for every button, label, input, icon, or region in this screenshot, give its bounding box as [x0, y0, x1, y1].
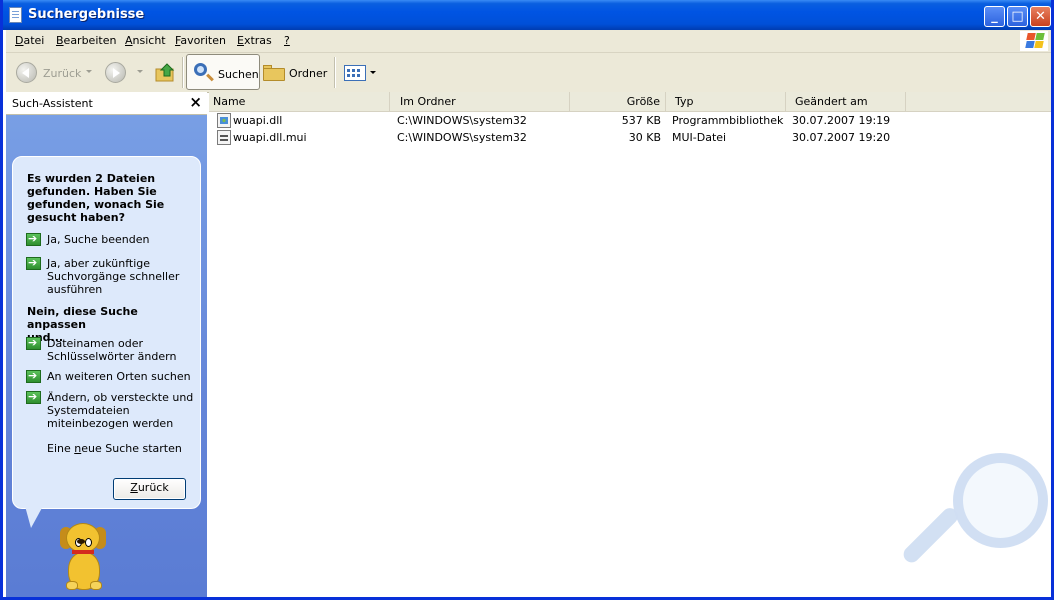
- search-button-label: Suchen: [218, 68, 259, 81]
- file-size: 537 KB: [621, 114, 661, 127]
- option-search-other-locations[interactable]: An weiteren Orten suchen: [47, 370, 191, 383]
- file-folder: C:\WINDOWS\system32: [397, 114, 527, 127]
- speech-bubble-tail: [25, 506, 43, 528]
- folder-up-icon[interactable]: [155, 62, 177, 82]
- arrow-right-icon: [26, 369, 41, 383]
- close-button[interactable]: ✕: [1030, 6, 1051, 27]
- file-row[interactable]: wuapi.dll.mui C:\WINDOWS\system32 30 KB …: [209, 129, 1051, 146]
- minimize-button[interactable]: _: [984, 6, 1005, 27]
- file-name: wuapi.dll: [233, 114, 283, 127]
- file-row[interactable]: wuapi.dll C:\WINDOWS\system32 537 KB Pro…: [209, 112, 1051, 129]
- file-modified: 30.07.2007 19:20: [792, 131, 891, 144]
- close-icon: ✕: [1035, 9, 1046, 24]
- folders-icon[interactable]: [263, 65, 285, 81]
- windows-logo-icon: [1020, 31, 1048, 51]
- search-results-icon: [9, 7, 22, 23]
- back-history-chevron-icon[interactable]: [86, 70, 92, 73]
- menu-datei[interactable]: Datei: [15, 34, 44, 47]
- arrow-right-icon: [26, 256, 41, 270]
- column-header-name[interactable]: Name: [209, 92, 390, 111]
- column-header-size[interactable]: Größe: [570, 92, 666, 111]
- search-icon: [194, 63, 207, 76]
- folders-button-label[interactable]: Ordner: [289, 67, 327, 80]
- arrow-right-icon: [26, 232, 41, 246]
- pane-header: Such-Assistent ×: [6, 92, 207, 115]
- column-header-bar: Name Im Ordner Größe Typ Geändert am: [209, 92, 1051, 112]
- menu-ansicht[interactable]: Ansicht: [125, 34, 166, 47]
- file-folder: C:\WINDOWS\system32: [397, 131, 527, 144]
- title-bar[interactable]: Suchergebnisse _ □ ✕: [3, 0, 1051, 30]
- file-type: MUI-Datei: [672, 131, 727, 144]
- search-dog-avatar[interactable]: [56, 517, 116, 592]
- dll-file-icon: [217, 113, 231, 128]
- pane-close-icon[interactable]: ×: [189, 93, 202, 111]
- maximize-icon: □: [1011, 9, 1024, 24]
- menu-extras[interactable]: Extras: [237, 34, 272, 47]
- new-search-link[interactable]: Eine neue Suche starten: [47, 442, 182, 455]
- column-header-modified[interactable]: Geändert am: [786, 92, 906, 111]
- minimize-icon: _: [991, 9, 998, 24]
- arrow-right-icon: [26, 390, 41, 404]
- file-type: Programmbibliothek: [672, 114, 784, 127]
- file-size: 30 KB: [628, 131, 661, 144]
- column-header-folder[interactable]: Im Ordner: [390, 92, 570, 111]
- menu-favoriten[interactable]: Favoriten: [175, 34, 226, 47]
- menu-bearbeiten[interactable]: Bearbeiten: [56, 34, 116, 47]
- back-button[interactable]: Zurück: [113, 478, 186, 500]
- menu-help[interactable]: ?: [284, 34, 290, 47]
- maximize-button[interactable]: □: [1007, 6, 1028, 27]
- option-hidden-system-files[interactable]: Ändern, ob versteckte und Systemdateien …: [47, 391, 193, 430]
- result-question: Es wurden 2 Dateien gefunden. Haben Sie …: [27, 172, 165, 224]
- file-name: wuapi.dll.mui: [233, 131, 307, 144]
- explorer-window: Suchergebnisse _ □ ✕ Datei Bearbeiten An…: [0, 0, 1054, 600]
- option-change-filename[interactable]: Dateinamen oder Schlüsselwörter ändern: [47, 337, 176, 363]
- option-faster-future-search[interactable]: Ja, aber zukünftige Suchvorgänge schnell…: [47, 257, 179, 296]
- search-button[interactable]: Suchen: [186, 54, 260, 90]
- file-modified: 30.07.2007 19:19: [792, 114, 891, 127]
- menu-bar: Datei Bearbeiten Ansicht Favoriten Extra…: [6, 30, 1051, 53]
- pane-title: Such-Assistent: [12, 97, 93, 110]
- search-companion-pane: Such-Assistent × Es wurden 2 Dateien gef…: [6, 92, 207, 597]
- views-icon[interactable]: [344, 65, 366, 81]
- toolbar: Zurück Suchen Ordner: [6, 53, 1051, 93]
- speech-bubble: Es wurden 2 Dateien gefunden. Haben Sie …: [12, 156, 201, 519]
- forward-history-chevron-icon[interactable]: [137, 70, 143, 73]
- column-header-type[interactable]: Typ: [666, 92, 786, 111]
- toolbar-separator: [334, 57, 336, 88]
- window-title: Suchergebnisse: [28, 7, 145, 22]
- back-arrow-icon[interactable]: [16, 62, 37, 83]
- views-chevron-down-icon[interactable]: [370, 71, 376, 74]
- search-watermark-icon: [900, 447, 1051, 597]
- mui-file-icon: [217, 130, 231, 145]
- back-button-label[interactable]: Zurück: [43, 67, 81, 80]
- arrow-right-icon: [26, 336, 41, 350]
- forward-arrow-icon[interactable]: [105, 62, 126, 83]
- option-stop-search[interactable]: Ja, Suche beenden: [47, 233, 149, 246]
- toolbar-separator: [182, 57, 184, 88]
